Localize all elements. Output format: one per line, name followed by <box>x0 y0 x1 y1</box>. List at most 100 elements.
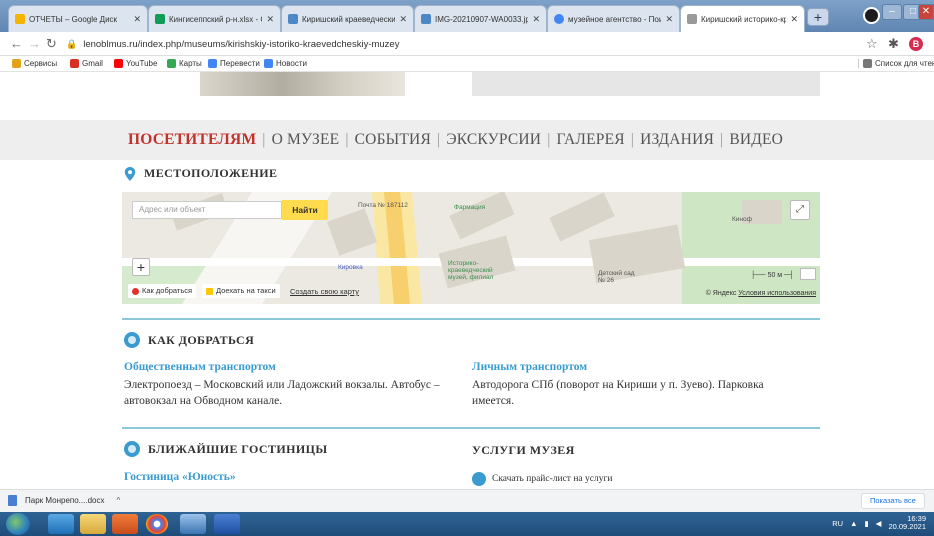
map-find-button[interactable]: Найти <box>282 200 328 220</box>
reading-list-label: Список для чтени <box>875 59 934 68</box>
tab-google-search[interactable]: музейное агентство - Поис ✕ <box>547 5 680 32</box>
bookmark-label: Новости <box>276 59 307 68</box>
chevron-up-icon[interactable]: ^ <box>116 496 120 505</box>
language-indicator[interactable]: RU <box>832 519 843 528</box>
reading-list[interactable]: Список для чтени <box>858 59 934 68</box>
map-label: Киноф <box>732 216 752 223</box>
profile-icon[interactable] <box>863 7 880 24</box>
web-page-icon <box>288 14 298 24</box>
map[interactable]: Адрес или объект Найти + ⤢ Почта № 18711… <box>122 192 820 304</box>
nav-about[interactable]: О МУЗЕЕ <box>266 131 346 149</box>
bookmark-star-icon[interactable]: ☆ <box>866 36 878 52</box>
fullscreen-icon[interactable]: ⤢ <box>790 200 810 220</box>
back-icon[interactable]: ← <box>10 36 23 51</box>
tray-arrow-icon[interactable]: ▲ <box>850 519 857 528</box>
map-label: Почта № 187112 <box>358 202 408 209</box>
nav-video[interactable]: ВИДЕО <box>723 131 789 149</box>
minimize-button[interactable]: – <box>882 4 902 20</box>
taxi-button[interactable]: Доехать на такси <box>202 284 280 298</box>
bookmark-maps[interactable]: Карты <box>167 59 202 68</box>
directions-title-text: КАК ДОБРАТЬСЯ <box>148 332 255 347</box>
close-icon[interactable]: ✕ <box>665 14 673 25</box>
address-bar[interactable]: 🔒 lenoblmus.ru/index.php/museums/kirishsk… <box>66 35 846 53</box>
bookmark-apps[interactable]: Сервисы <box>12 59 57 68</box>
bookmark-gmail[interactable]: Gmail <box>70 59 103 68</box>
clock[interactable]: 16:39 20.09.2021 <box>888 515 926 531</box>
divider <box>122 318 820 320</box>
close-icon[interactable]: ✕ <box>133 14 141 25</box>
private-transport-text: Автодорога СПб (поворот на Кириши у п. З… <box>472 379 764 407</box>
tab-google-drive[interactable]: ОТЧЕТЫ – Google Диск ✕ <box>8 5 148 32</box>
word-icon[interactable] <box>214 514 240 534</box>
internet-explorer-icon[interactable] <box>48 514 74 534</box>
nav-gallery[interactable]: ГАЛЕРЕЯ <box>551 131 631 149</box>
browser-toolbar: ← → ↻ 🔒 lenoblmus.ru/index.php/museums/ki… <box>0 32 934 56</box>
close-icon[interactable]: ✕ <box>790 14 798 25</box>
chrome-icon[interactable] <box>146 514 168 534</box>
reading-list-icon <box>863 59 872 68</box>
nav-visitors[interactable]: ПОСЕТИТЕЛЯМ <box>128 131 262 149</box>
public-transport-heading: Общественным транспортом <box>124 361 276 373</box>
messenger-icon[interactable] <box>180 514 206 534</box>
bookmark-label: YouTube <box>126 59 158 68</box>
lock-icon: 🔒 <box>66 39 78 49</box>
nav-events[interactable]: СОБЫТИЯ <box>349 131 437 149</box>
close-icon[interactable]: ✕ <box>399 14 407 25</box>
extensions-icon[interactable]: ✱ <box>888 36 899 52</box>
tab-sheets[interactable]: Кингисеппский р-н.xlsx - G ✕ <box>148 5 281 32</box>
file-explorer-icon[interactable] <box>80 514 106 534</box>
gmail-icon <box>70 59 79 68</box>
download-filename: Парк Монрепо....docx <box>25 496 105 505</box>
start-button[interactable] <box>6 513 30 535</box>
map-search-input[interactable]: Адрес или объект <box>132 201 282 219</box>
reload-icon[interactable]: ↻ <box>46 36 57 52</box>
google-drive-icon <box>15 14 25 24</box>
map-scale: ├── 50 м ─┤ <box>750 272 794 279</box>
ruler-icon[interactable] <box>800 268 816 280</box>
map-copyright: © Яндекс Условия использования <box>706 290 816 297</box>
translate-icon <box>208 59 217 68</box>
header-banner <box>472 72 820 96</box>
bookmark-youtube[interactable]: YouTube <box>114 59 157 68</box>
word-file-icon <box>8 495 17 506</box>
show-all-button[interactable]: Показать все <box>861 493 925 509</box>
map-label: Фармация <box>454 204 486 211</box>
taxi-icon <box>206 287 213 295</box>
document-icon <box>472 472 486 486</box>
new-tab-button[interactable]: + <box>807 8 829 26</box>
taskbar: RU ▲ ▮ ◀ 16:39 20.09.2021 <box>0 512 934 536</box>
tab-image[interactable]: IMG-20210907-WA0033.jpg ✕ <box>414 5 547 32</box>
media-player-icon[interactable] <box>112 514 138 534</box>
volume-icon[interactable]: ◀ <box>876 519 882 528</box>
divider <box>122 427 820 429</box>
terms-link[interactable]: Условия использования <box>738 290 816 297</box>
close-window-button[interactable]: ✕ <box>918 4 934 20</box>
hotel-link[interactable]: Гостиница «Юность» <box>124 471 236 483</box>
price-list-label: Скачать прайс-лист на услуги <box>492 474 613 484</box>
price-list-link[interactable]: Скачать прайс-лист на услуги <box>472 472 612 486</box>
route-label: Как добраться <box>142 286 193 295</box>
zoom-in-button[interactable]: + <box>132 258 150 276</box>
hotels-title: БЛИЖАЙШИЕ ГОСТИНИЦЫ <box>124 441 328 457</box>
forward-icon[interactable]: → <box>28 36 41 51</box>
bookmark-news[interactable]: Новости <box>264 59 307 68</box>
tab-active[interactable]: Киришский историко-крае ✕ <box>680 5 805 32</box>
address-text: lenoblmus.ru/index.php/museums/kirishski… <box>83 39 400 50</box>
private-transport-heading: Личным транспортом <box>472 361 588 373</box>
scale-value: 50 м <box>767 272 783 279</box>
map-label: Историко-краеведческий музей, филиал <box>448 260 494 281</box>
close-icon[interactable]: ✕ <box>266 14 274 25</box>
profile-avatar[interactable]: B <box>909 37 923 51</box>
system-tray: RU ▲ ▮ ◀ 16:39 20.09.2021 <box>832 515 926 531</box>
menu-icon[interactable]: ⋮ <box>929 36 934 50</box>
web-page-icon <box>421 14 431 24</box>
download-item[interactable]: Парк Монрепо....docx ^ <box>8 495 120 506</box>
nav-publications[interactable]: ИЗДАНИЯ <box>634 131 720 149</box>
network-icon[interactable]: ▮ <box>865 519 869 528</box>
route-button[interactable]: Как добраться <box>128 284 197 298</box>
tab-kirishi-museum[interactable]: Киришский краеведческий ✕ <box>281 5 414 32</box>
bookmark-translate[interactable]: Перевести <box>208 59 260 68</box>
close-icon[interactable]: ✕ <box>532 14 540 25</box>
create-map-link[interactable]: Создать свою карту <box>290 287 359 296</box>
nav-excursions[interactable]: ЭКСКУРСИИ <box>440 131 547 149</box>
